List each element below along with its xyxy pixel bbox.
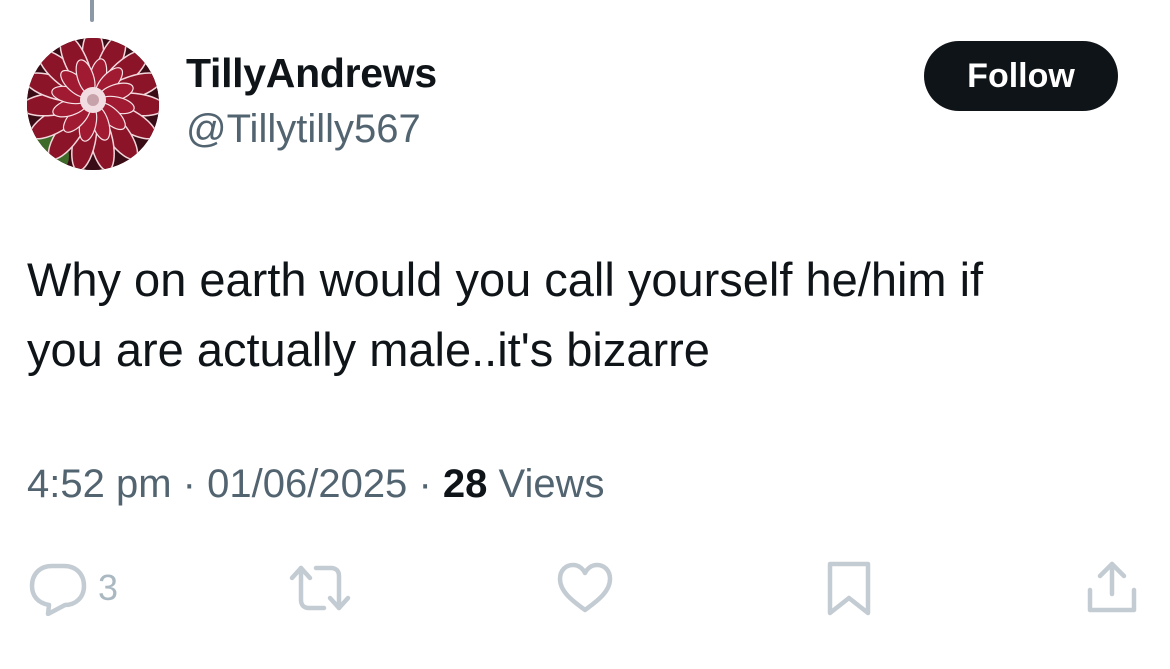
tweet-date[interactable]: 01/06/2025	[207, 462, 407, 506]
like-button[interactable]	[556, 560, 614, 616]
reply-button[interactable]: 3	[28, 560, 118, 616]
author-display-name[interactable]: TillyAndrews	[186, 50, 437, 97]
reply-count: 3	[98, 567, 119, 608]
thread-connector-line	[90, 0, 94, 22]
share-button[interactable]	[1084, 560, 1140, 616]
views-count: 28	[442, 462, 488, 506]
reply-icon	[29, 563, 87, 616]
retweet-icon	[289, 565, 351, 611]
bookmark-icon	[827, 561, 871, 616]
tweet-text: Why on earth would you call yourself he/…	[27, 245, 1137, 385]
bookmark-button[interactable]	[824, 560, 874, 616]
meta-separator: ·	[418, 462, 432, 506]
avatar[interactable]	[27, 38, 159, 170]
share-icon	[1087, 561, 1137, 613]
tweet-text-line: Why on earth would you call yourself he/…	[27, 253, 984, 306]
author-handle[interactable]: @Tillytilly567	[186, 107, 421, 152]
like-icon	[557, 562, 613, 613]
meta-separator: ·	[182, 462, 196, 506]
follow-button[interactable]: Follow	[924, 41, 1118, 111]
views-label: Views	[498, 462, 605, 506]
flower-avatar-image	[27, 38, 159, 170]
tweet-time[interactable]: 4:52 pm	[27, 462, 172, 506]
tweet-text-line: you are actually male..it's bizarre	[27, 323, 710, 376]
tweet-metadata: 4:52 pm · 01/06/2025 · 28 Views	[27, 462, 605, 507]
retweet-button[interactable]	[286, 560, 354, 616]
